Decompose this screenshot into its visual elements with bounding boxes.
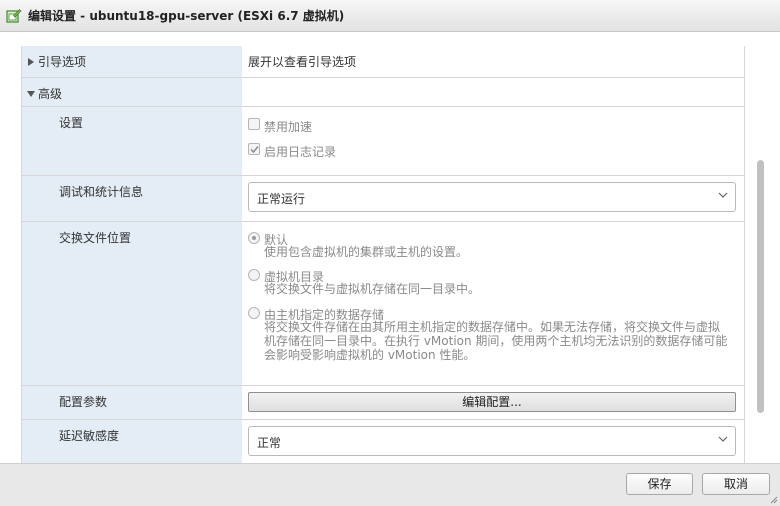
chevron-down-icon (718, 436, 728, 442)
latency-select-value: 正常 (257, 436, 282, 450)
config-params-row: 配置参数 编辑配置... (22, 386, 744, 420)
vertical-scrollbar[interactable] (757, 160, 764, 413)
title-bar: 编辑设置 - ubuntu18-gpu-server (ESXi 6.7 虚拟机… (0, 0, 780, 32)
settings-grid: 引导选项 展开以查看引导选项 高级 设置 禁用加速 启用日志记录 调试和统计信息… (21, 46, 745, 486)
vm-edit-icon (6, 8, 22, 23)
advanced-label: 高级 (38, 87, 63, 101)
swap-host-datastore-desc-line2: 机存储在同一目录中。在执行 vMotion 期间，使用两个主机均无法识别的数据存… (264, 334, 728, 348)
chevron-down-icon (718, 192, 728, 198)
swap-location-label: 交换文件位置 (59, 231, 132, 245)
swap-host-datastore-radio[interactable] (248, 307, 260, 319)
disable-acceleration-checkbox[interactable] (248, 118, 260, 130)
config-params-label: 配置参数 (59, 395, 108, 409)
debug-select[interactable]: 正常运行 (248, 182, 736, 212)
settings-panel: 引导选项 展开以查看引导选项 高级 设置 禁用加速 启用日志记录 调试和统计信息… (0, 33, 780, 486)
collapse-arrow-icon[interactable] (27, 91, 35, 97)
disable-acceleration-label: 禁用加速 (264, 120, 313, 134)
swap-location-row: 交换文件位置 默认 使用包含虚拟机的集群或主机的设置。 虚拟机目录 将交换文件与… (22, 222, 744, 386)
settings-row: 设置 禁用加速 启用日志记录 (22, 107, 744, 176)
swap-vm-dir-radio[interactable] (248, 269, 260, 281)
boot-options-hint: 展开以查看引导选项 (248, 55, 357, 69)
debug-label: 调试和统计信息 (59, 185, 144, 199)
debug-select-value: 正常运行 (257, 192, 306, 206)
swap-default-desc: 使用包含虚拟机的集群或主机的设置。 (264, 245, 469, 259)
save-button[interactable]: 保存 (626, 473, 693, 495)
swap-default-radio[interactable] (248, 232, 260, 244)
swap-vm-dir-desc: 将交换文件与虚拟机存储在同一目录中。 (264, 282, 481, 296)
swap-host-datastore-desc-line1: 将交换文件存储在由其所用主机指定的数据存储中。如果无法存储，将交换文件与虚拟 (264, 320, 721, 334)
checkmark-icon (250, 146, 259, 154)
cancel-button[interactable]: 取消 (702, 473, 770, 495)
latency-label: 延迟敏感度 (59, 429, 120, 443)
boot-options-row[interactable]: 引导选项 展开以查看引导选项 (22, 46, 744, 78)
dialog-footer: 保存 取消 (0, 463, 780, 506)
edit-config-button[interactable]: 编辑配置... (248, 392, 736, 412)
settings-label: 设置 (59, 116, 84, 130)
expand-arrow-icon[interactable] (28, 58, 34, 66)
swap-host-datastore-desc-line3: 会影响受影响虚拟机的 vMotion 性能。 (264, 348, 476, 362)
debug-row: 调试和统计信息 正常运行 (22, 176, 744, 222)
latency-select[interactable]: 正常 (248, 426, 736, 456)
boot-options-label: 引导选项 (38, 55, 87, 69)
enable-logging-checkbox[interactable] (248, 143, 260, 155)
enable-logging-label: 启用日志记录 (264, 145, 337, 159)
window-title: 编辑设置 - ubuntu18-gpu-server (ESXi 6.7 虚拟机… (28, 9, 345, 23)
advanced-header-row[interactable]: 高级 (22, 78, 744, 107)
resize-grip-icon[interactable] (770, 496, 778, 504)
